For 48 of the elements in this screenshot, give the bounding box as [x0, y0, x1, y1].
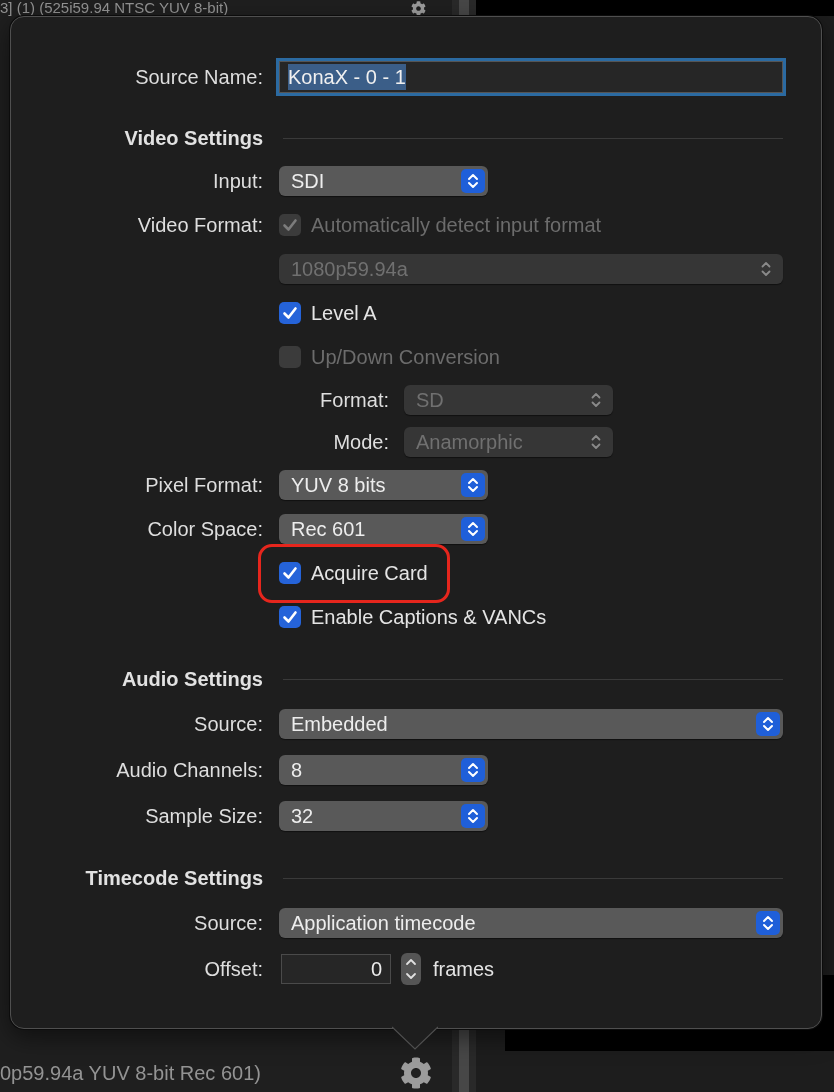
- dropdown[interactable]: Rec 601: [279, 514, 488, 544]
- chevrons-icon: [461, 473, 485, 497]
- checkbox-label: Up/Down Conversion: [311, 345, 500, 369]
- chevrons-icon: [461, 804, 485, 828]
- field-label: Offset:: [204, 957, 263, 981]
- field-label: Video Format:: [137, 213, 263, 237]
- field-label: Mode:: [333, 430, 389, 454]
- clip-info-text: 0p59.94a YUV 8-bit Rec 601): [0, 1061, 261, 1085]
- gear-icon[interactable]: [400, 1057, 432, 1089]
- field-label: Color Space:: [147, 517, 263, 541]
- checkbox-label: Enable Captions & VANCs: [311, 605, 547, 629]
- chevrons-icon: [461, 169, 485, 193]
- chevrons-icon: [761, 260, 771, 278]
- text-field[interactable]: KonaX - 0 - 1: [279, 61, 783, 93]
- dropdown[interactable]: 32: [279, 801, 488, 831]
- field-label: Source:: [194, 712, 263, 736]
- checkbox[interactable]: [279, 302, 301, 324]
- chevrons-icon: [591, 391, 601, 409]
- field-label: Source Name:: [135, 65, 263, 89]
- stepper[interactable]: [401, 953, 421, 985]
- field-label: Audio Channels:: [116, 758, 263, 782]
- field-label: Sample Size:: [145, 804, 263, 828]
- chevrons-icon: [756, 911, 780, 935]
- checkbox-label: Acquire Card: [311, 561, 428, 585]
- field-label: Input:: [212, 169, 263, 193]
- chevrons-icon: [756, 712, 780, 736]
- checkbox-label: Automatically detect input format: [311, 213, 602, 237]
- chevrons-icon: [591, 433, 601, 451]
- chevrons-icon: [461, 517, 485, 541]
- chevrons-icon: [461, 758, 485, 782]
- clip-info-text: 3] (1) (525i59.94 NTSC YUV 8-bit): [0, 0, 229, 16]
- checkbox[interactable]: [279, 562, 301, 584]
- number-field[interactable]: 0: [281, 954, 391, 984]
- dropdown[interactable]: Embedded: [279, 709, 783, 739]
- field-label: Format:: [320, 388, 389, 412]
- dropdown[interactable]: YUV 8 bits: [279, 470, 488, 500]
- checkbox[interactable]: [279, 606, 301, 628]
- dropdown[interactable]: Application timecode: [279, 908, 783, 938]
- dropdown[interactable]: 8: [279, 755, 488, 785]
- unit-label: frames: [433, 957, 495, 981]
- gear-icon[interactable]: [411, 0, 426, 16]
- checkbox-label: Level A: [311, 301, 377, 325]
- field-label: Source:: [194, 911, 263, 935]
- field-label: Pixel Format:: [145, 473, 263, 497]
- dropdown[interactable]: SDI: [279, 166, 488, 196]
- section-title: Timecode Settings: [85, 866, 263, 890]
- section-title: Audio Settings: [121, 667, 263, 691]
- section-title: Video Settings: [124, 126, 263, 150]
